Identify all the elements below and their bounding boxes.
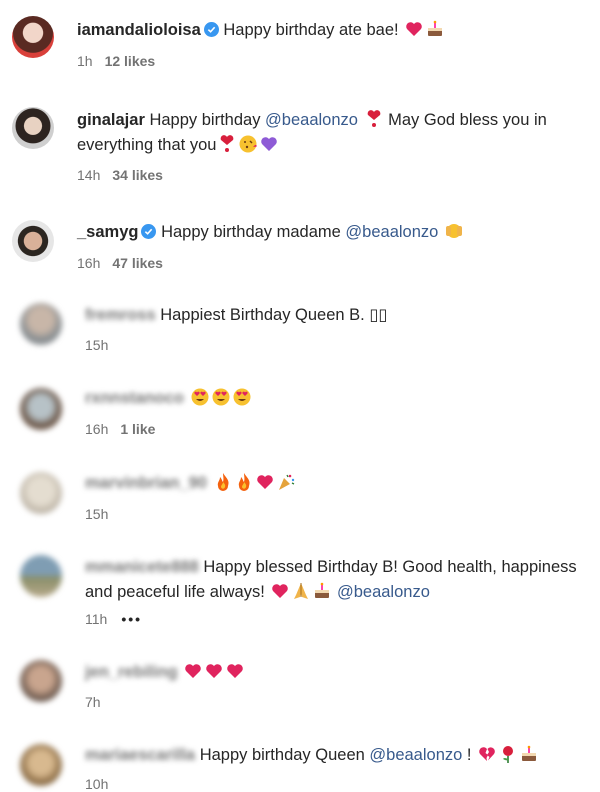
mention-link[interactable]: @beaalonzo <box>369 746 462 764</box>
comment-meta: 7h <box>85 694 101 710</box>
avatar[interactable] <box>20 744 62 786</box>
comment-time[interactable]: 16h <box>85 421 108 437</box>
more-options-icon[interactable]: ••• <box>121 611 142 627</box>
comment-meta: 15h <box>85 337 108 353</box>
avatar[interactable] <box>12 107 54 149</box>
red-heart-icon <box>204 661 224 681</box>
comment-text: ginalajar Happy birthday @beaalonzo May … <box>77 108 594 158</box>
birthday-cake-icon <box>425 19 445 39</box>
avatar[interactable] <box>20 472 62 514</box>
comment-username[interactable]: fremross <box>85 306 156 324</box>
comment-username[interactable]: jen_rebiling <box>85 663 178 681</box>
fire-icon <box>234 472 254 492</box>
comment-meta: 11h ••• <box>85 611 142 627</box>
comment-username[interactable]: _samyg <box>77 223 138 241</box>
comment-likes[interactable]: 12 likes <box>105 53 156 69</box>
comment-username[interactable]: marvinbrian_90 <box>85 474 207 492</box>
face-blowing-kiss-icon <box>238 134 258 154</box>
red-heart-icon <box>225 661 245 681</box>
heart-exclamation-icon <box>217 134 237 154</box>
comment-message: Happiest Birthday Queen B. ▯▯ <box>160 306 388 324</box>
comment-message: Happy birthday <box>149 111 261 129</box>
comment-meta: 16h 1 like <box>85 421 155 437</box>
broken-heart-icon <box>477 744 497 764</box>
comment-time[interactable]: 15h <box>85 506 108 522</box>
comment-likes[interactable]: 1 like <box>120 421 155 437</box>
heart-eyes-icon <box>211 387 231 407</box>
purple-heart-icon <box>259 134 279 154</box>
red-heart-icon <box>255 472 275 492</box>
comment-username[interactable]: ginalajar <box>77 111 145 129</box>
comment-text: jen_rebiling <box>85 660 594 685</box>
comment-meta: 16h 47 likes <box>77 255 163 271</box>
comment-message: Happy birthday Queen <box>199 746 365 764</box>
avatar[interactable] <box>20 388 62 430</box>
comment-username[interactable]: mariaescarilla <box>85 746 195 764</box>
rose-icon <box>498 744 518 764</box>
comment-text: mariaescarilla Happy birthday Queen @bea… <box>85 743 594 768</box>
comment-meta: 15h <box>85 506 108 522</box>
fire-icon <box>213 472 233 492</box>
mention-link[interactable]: @beaalonzo <box>345 223 438 241</box>
comment-text: fremross Happiest Birthday Queen B. ▯▯ <box>85 303 594 328</box>
red-heart-icon <box>183 661 203 681</box>
heart-exclamation-icon <box>364 109 384 129</box>
party-popper-icon <box>276 472 296 492</box>
verified-badge-icon <box>141 224 157 239</box>
avatar[interactable] <box>20 660 62 702</box>
comment-time[interactable]: 10h <box>85 776 108 792</box>
comment-username[interactable]: mmanicete888 <box>85 558 199 576</box>
comment-time[interactable]: 11h <box>85 611 107 627</box>
comment-text: _samyg Happy birthday madame @beaalonzo <box>77 220 594 245</box>
comment-time[interactable]: 14h <box>77 167 100 183</box>
comment-likes[interactable]: 47 likes <box>112 255 163 271</box>
comment-time[interactable]: 7h <box>85 694 101 710</box>
mention-link[interactable]: @beaalonzo <box>265 111 358 129</box>
verified-badge-icon <box>203 22 219 37</box>
comment-meta: 10h <box>85 776 108 792</box>
comment-username[interactable]: iamandalioloisa <box>77 21 201 39</box>
folded-hands-icon <box>291 581 311 601</box>
comment-text: iamandalioloisa Happy birthday ate bae! <box>77 18 594 43</box>
avatar[interactable] <box>20 303 62 345</box>
comment-meta: 1h 12 likes <box>77 53 155 69</box>
heart-eyes-icon <box>190 387 210 407</box>
comment-text: marvinbrian_90 <box>85 471 594 496</box>
comment-time[interactable]: 16h <box>77 255 100 271</box>
comment-time[interactable]: 15h <box>85 337 108 353</box>
comment-message: Happy birthday madame <box>161 223 341 241</box>
red-heart-icon <box>404 19 424 39</box>
avatar[interactable] <box>20 555 62 597</box>
avatar[interactable] <box>12 16 54 58</box>
comment-meta: 14h 34 likes <box>77 167 163 183</box>
comment-message-end: ! <box>466 746 472 764</box>
raising-hands-icon <box>444 221 464 241</box>
red-heart-icon <box>270 581 290 601</box>
mention-link[interactable]: @beaalonzo <box>337 583 430 601</box>
comment-message: Happy birthday ate bae! <box>223 21 399 39</box>
comment-likes[interactable]: 34 likes <box>112 167 163 183</box>
birthday-cake-icon <box>312 581 332 601</box>
heart-eyes-icon <box>232 387 252 407</box>
comment-text: rxnnstanoco <box>85 386 594 411</box>
comment-text: mmanicete888 Happy blessed Birthday B! G… <box>85 555 594 605</box>
comment-username[interactable]: rxnnstanoco <box>85 389 184 407</box>
avatar[interactable] <box>12 220 54 262</box>
birthday-cake-icon <box>519 744 539 764</box>
comment-time[interactable]: 1h <box>77 53 93 69</box>
